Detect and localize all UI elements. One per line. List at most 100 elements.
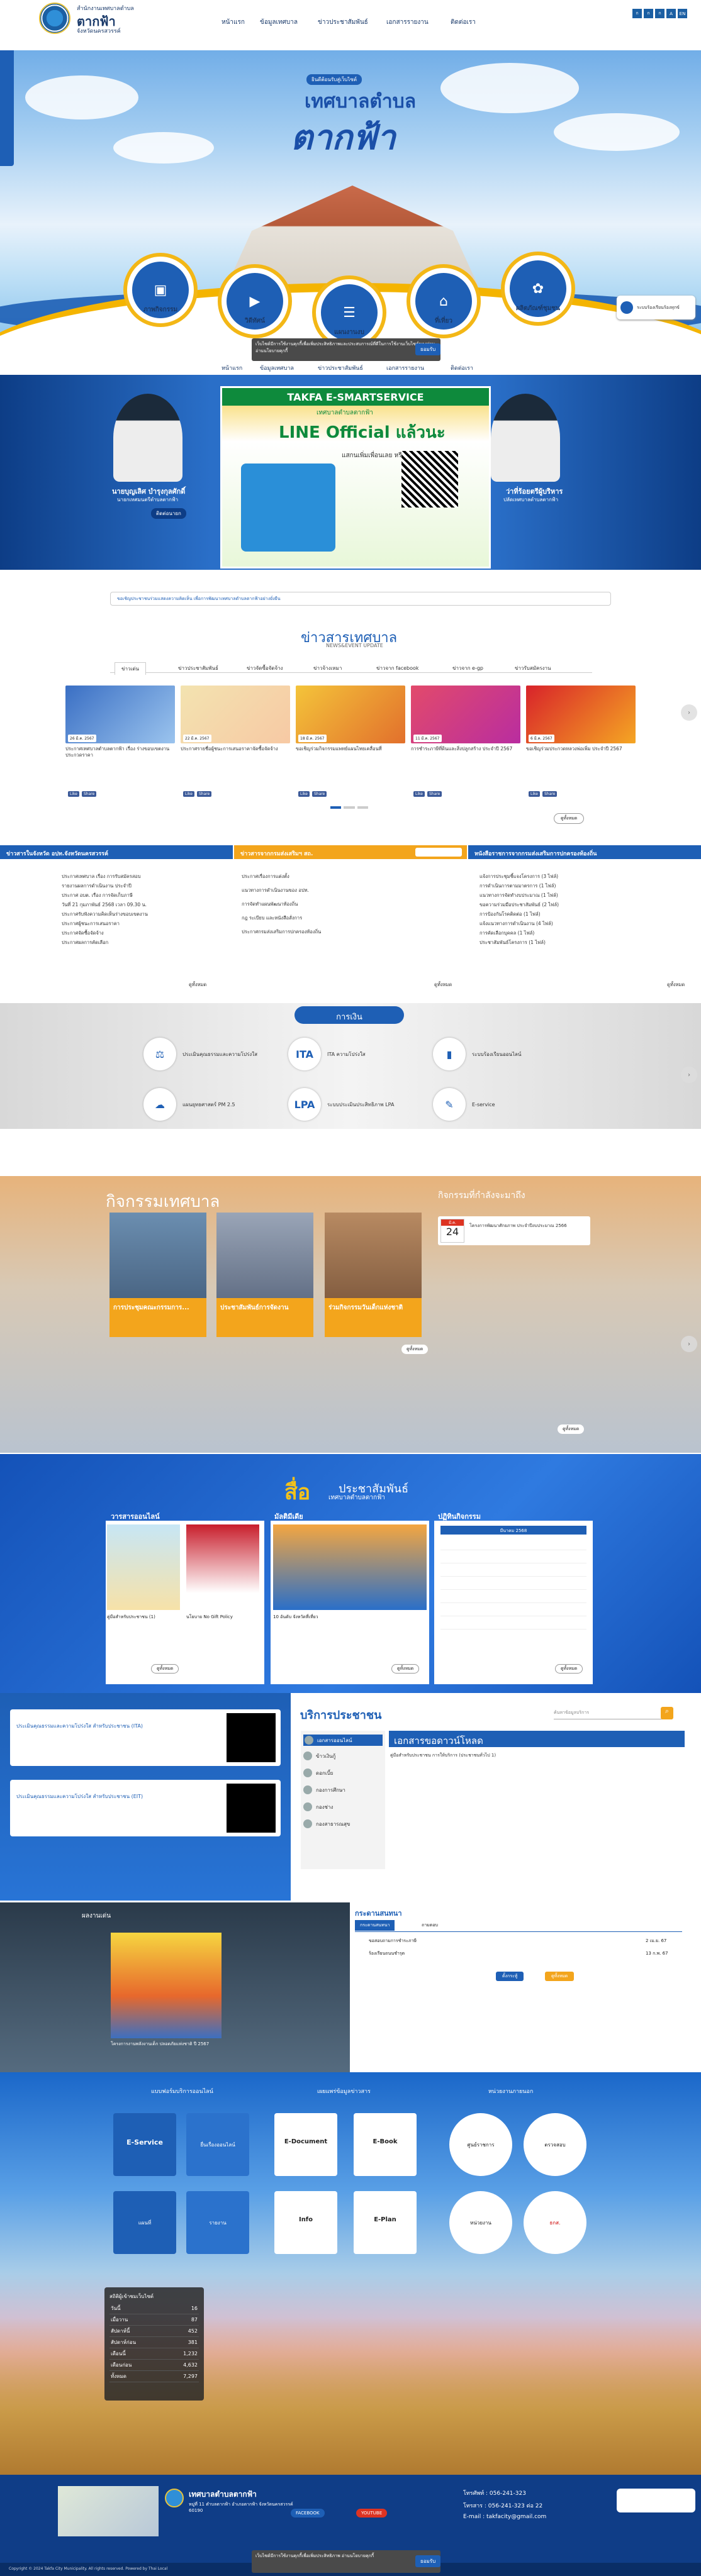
news-card[interactable]: 11 มี.ค. 2567 การชำระภาษีที่ดินและสิ่งปลู… <box>411 686 520 780</box>
service-menu-item[interactable]: กองสาธารณสุข <box>303 1819 350 1828</box>
document-row[interactable]: คู่มือสำหรับประชาชน การให้บริการ (ประชาช… <box>390 1752 496 1759</box>
floating-quick-menu[interactable] <box>0 40 14 166</box>
webboard-more-button[interactable]: ดูทั้งหมด <box>545 1972 575 1981</box>
online-request-link[interactable]: ยื่นเรื่องออนไลน์ <box>186 2113 249 2176</box>
list-item[interactable]: ประกาศเทศบาล เรื่อง การรับสมัครสอบ <box>62 873 141 880</box>
agency-link[interactable]: หน่วยงาน <box>449 2191 512 2254</box>
youtube-button[interactable]: YOUTUBE <box>356 2509 388 2518</box>
news-card[interactable]: 6 มี.ค. 2567 ขอเชิญร่วมประกวดหลวงพ่อเพิ่ม… <box>526 686 636 780</box>
hero-link-video[interactable]: ▶ วิดีทัศน์ <box>218 264 292 338</box>
list-item[interactable]: การจัดทำแผนพัฒนาท้องถิ่น <box>242 901 298 908</box>
carousel-dots[interactable] <box>330 806 368 809</box>
nav2-home[interactable]: หน้าแรก <box>222 364 242 372</box>
footer-email[interactable]: E-mail : takfacity@gmail.com <box>463 2514 546 2520</box>
facebook-like-button[interactable]: Like <box>529 791 540 797</box>
report-link[interactable]: รายงาน <box>186 2191 249 2254</box>
eservice-item[interactable]: ⚖ ประเมินคุณธรรมและความโปร่งใส <box>143 1038 257 1070</box>
tab-procurement[interactable]: ข่าวจัดซื้อจัดจ้าง <box>247 664 283 672</box>
eservice-link[interactable]: E-Service <box>113 2113 176 2176</box>
list-item[interactable]: ประกาศกรมส่งเสริมการปกครองท้องถิ่น <box>242 928 321 936</box>
service-menu-item[interactable]: กองการศึกษา <box>303 1785 345 1794</box>
tab-facebook[interactable]: ข่าวจาก facebook <box>376 664 419 672</box>
hero-link-gallery[interactable]: ▣ ภาพกิจกรรม <box>123 253 198 327</box>
facebook-like-button[interactable]: Like <box>183 791 194 797</box>
media-more-button[interactable]: ดูทั้งหมด <box>391 1664 420 1674</box>
calendar-month[interactable]: มีนาคม 2568 <box>440 1526 586 1535</box>
category-select[interactable] <box>415 848 462 857</box>
facebook-share-button[interactable]: Share <box>542 791 558 797</box>
service-menu-item[interactable]: ดอกเบี้ย <box>303 1768 333 1777</box>
cookie-accept-button-bottom[interactable]: ยอมรับ <box>415 2555 441 2567</box>
eservice-item[interactable]: ▮ ระบบร้องเรียนออนไลน์ <box>433 1038 521 1070</box>
nav2-about[interactable]: ข้อมูลเทศบาล <box>260 364 294 372</box>
qr-survey-card[interactable]: ประเมินคุณธรรมและความโปร่งใส สำหรับประชา… <box>10 1780 281 1836</box>
list-item[interactable]: ประกาศรับฟังความคิดเห็นร่างขอบเขตงาน <box>62 911 148 918</box>
new-topic-button[interactable]: ตั้งกระทู้ <box>496 1972 524 1981</box>
cookie-accept-button[interactable]: ยอมรับ <box>415 343 441 355</box>
tab-egp[interactable]: ข่าวจาก e-gp <box>452 664 483 672</box>
col1-more-link[interactable]: ดูทั้งหมด <box>189 981 206 989</box>
list-item[interactable]: แจ้งแนวทางการดำเนินงาน (4 ไฟล์) <box>479 920 553 928</box>
tab-hire[interactable]: ข่าวจ้างเหมา <box>313 664 342 672</box>
list-item[interactable]: ประกาศเรื่องการแต่งตั้ง <box>242 873 289 880</box>
facebook-share-button[interactable]: Share <box>312 791 327 797</box>
calendar-more-button[interactable]: ดูทั้งหมด <box>555 1664 583 1674</box>
qr-survey-card[interactable]: ประเมินคุณธรรมและความโปร่งใส สำหรับประชา… <box>10 1709 281 1766</box>
eplan-link[interactable]: E-Plan <box>354 2191 417 2254</box>
news-card[interactable]: 26 มี.ค. 2567 ประกาศเทศบาลตำบลตากฟ้า เรื่… <box>65 686 175 780</box>
location-map[interactable] <box>58 2486 159 2536</box>
webboard-row[interactable]: ขอสอบถามการชำระภาษี <box>369 1938 417 1945</box>
nav-home[interactable]: หน้าแรก <box>222 18 245 27</box>
search-icon[interactable]: ⌕ <box>661 1707 673 1719</box>
nav-documents[interactable]: เอกสารรายงาน <box>386 18 429 27</box>
upcoming-event[interactable]: มี.ค. 24 โครงการพัฒนาศักยภาพ ประจำปีงบปร… <box>438 1216 590 1245</box>
facebook-share-button[interactable]: Share <box>82 791 97 797</box>
eservice-item[interactable]: ✎ E-service <box>433 1088 495 1121</box>
complaint-widget[interactable]: ระบบร้องเรียนร้องทุกข์ <box>617 296 695 319</box>
tab-jobs[interactable]: ข่าวรับสมัครงาน <box>515 664 551 672</box>
service-menu-item[interactable]: กองช่าง <box>303 1802 333 1811</box>
ebook-link[interactable]: E-Book <box>354 2113 417 2176</box>
agency-seal-link[interactable]: ศูนย์ราชการ <box>449 2113 512 2176</box>
service-menu-item[interactable]: ข้าวเงินกู้ <box>303 1752 335 1760</box>
list-item[interactable]: การดำเนินการตามมาตรการ (1 ไฟล์) <box>479 882 556 890</box>
list-item[interactable]: ขอความร่วมมือประชาสัมพันธ์ (2 ไฟล์) <box>479 901 559 909</box>
col3-more-link[interactable]: ดูทั้งหมด <box>667 981 685 989</box>
nav2-contact[interactable]: ติดต่อเรา <box>451 364 473 372</box>
activity-card[interactable]: ร่วมกิจกรรมวันเด็กแห่งชาติ <box>325 1213 422 1337</box>
list-item[interactable]: ประกาศ อบต. เรื่อง การจัดเก็บภาษี <box>62 892 133 899</box>
tab-pr[interactable]: ข่าวประชาสัมพันธ์ <box>178 664 218 672</box>
media-thumbnail[interactable] <box>273 1524 427 1610</box>
tab-featured[interactable]: ข่าวเด่น <box>115 662 146 675</box>
municipality-logo[interactable] <box>39 3 70 34</box>
tab-webboard[interactable]: กระดานสนทนา <box>355 1920 395 1931</box>
next-arrow-icon[interactable]: › <box>681 1336 697 1352</box>
font-medium-button[interactable]: ก <box>644 9 653 18</box>
news-more-button[interactable]: ดูทั้งหมด <box>554 813 585 824</box>
upcoming-more-button[interactable]: ดูทั้งหมด <box>558 1424 585 1434</box>
complaint-widget-footer[interactable] <box>617 2489 695 2512</box>
eservice-item[interactable]: ITA ITA ความโปร่งใส <box>288 1038 366 1070</box>
eservice-item[interactable]: ☁ แผนยุทธศาสตร์ PM 2.5 <box>143 1088 235 1121</box>
announcement-ticker[interactable]: ขอเชิญประชาชนร่วมแสดงความคิดเห็น เพื่อกา… <box>110 592 611 606</box>
facebook-share-button[interactable]: Share <box>427 791 442 797</box>
nav2-news[interactable]: ข่าวประชาสัมพันธ์ <box>318 364 363 372</box>
facebook-share-button[interactable]: Share <box>197 791 212 797</box>
list-item[interactable]: วันที่ 21 กุมภาพันธ์ 2568 เวลา 09.30 น. <box>62 901 147 909</box>
next-arrow-icon[interactable]: › <box>681 1067 697 1083</box>
language-button[interactable]: EN <box>678 9 687 18</box>
edocument-link[interactable]: E-Document <box>274 2113 337 2176</box>
list-item[interactable]: ประกาศผู้ชนะการเสนอราคา <box>62 920 120 928</box>
facebook-button[interactable]: FACEBOOK <box>291 2509 325 2518</box>
list-item[interactable]: การป้องกันโรคติดต่อ (1 ไฟล์) <box>479 911 541 918</box>
facebook-like-button[interactable]: Like <box>298 791 310 797</box>
nav-contact[interactable]: ติดต่อเรา <box>451 18 476 27</box>
map-link[interactable]: แผนที่ <box>113 2191 176 2254</box>
list-item[interactable]: ประชาสัมพันธ์โครงการ (1 ไฟล์) <box>479 939 546 947</box>
webboard-row[interactable]: ร้องเรียนถนนชำรุด <box>369 1950 405 1957</box>
hero-link-products[interactable]: ✿ ผลิตภัณฑ์ชุมชน <box>501 252 575 326</box>
activities-more-button[interactable]: ดูทั้งหมด <box>401 1345 429 1354</box>
nav2-documents[interactable]: เอกสารรายงาน <box>386 364 424 372</box>
list-item[interactable]: กฎ ระเบียบ และหนังสือสั่งการ <box>242 914 302 922</box>
service-search-input[interactable]: ค้นหาข้อมูลบริการ <box>554 1709 672 1719</box>
